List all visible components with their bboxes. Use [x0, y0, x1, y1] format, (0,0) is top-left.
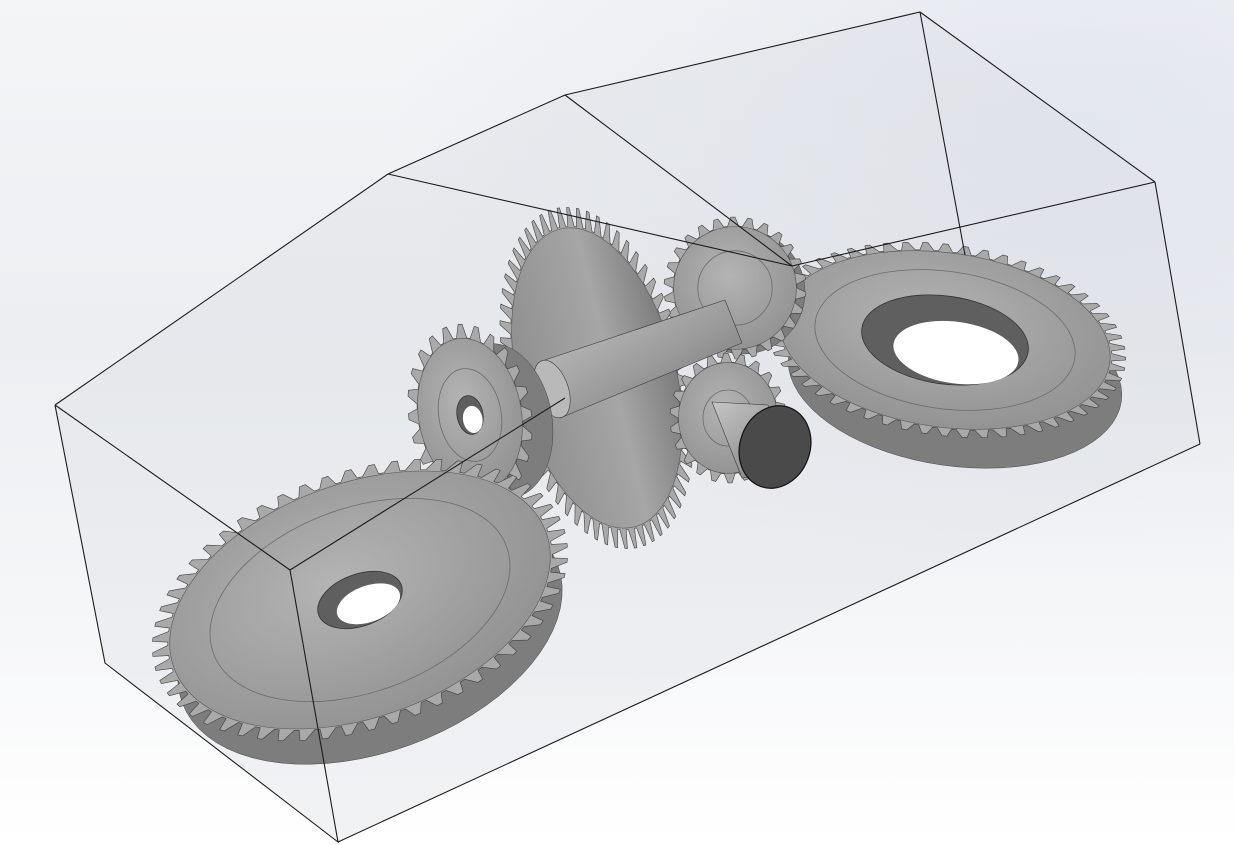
cad-viewport[interactable] — [0, 0, 1234, 845]
gear-assembly-view[interactable] — [0, 0, 1234, 845]
